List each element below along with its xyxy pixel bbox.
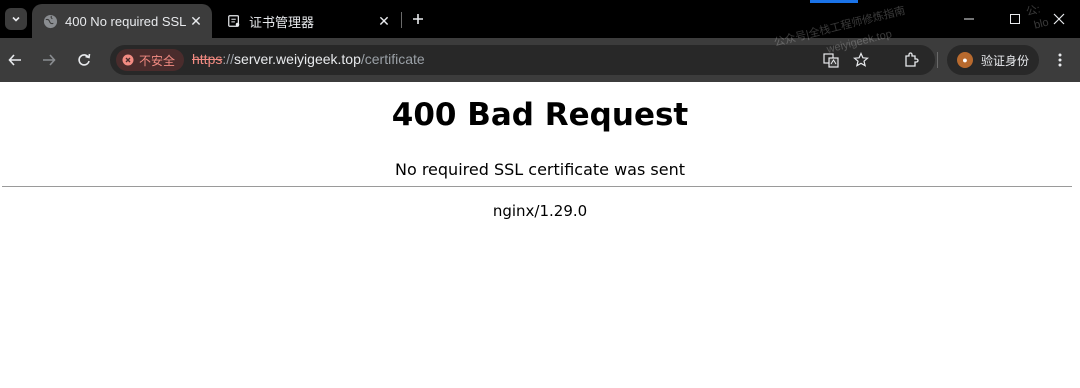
globe-icon [42, 13, 58, 29]
back-button[interactable] [3, 48, 27, 72]
more-vert-icon [1058, 53, 1062, 67]
forward-button[interactable] [37, 48, 61, 72]
security-label: 不安全 [139, 53, 176, 68]
browser-chrome: 400 No required SSL ✕ 证书管理器 ✕ 不安全 https:… [0, 0, 1080, 82]
menu-button[interactable] [1048, 48, 1072, 72]
maximize-button[interactable] [1001, 6, 1029, 32]
url-scheme: https [192, 51, 223, 67]
server-signature: nginx/1.29.0 [492, 202, 588, 220]
tab-strip: 400 No required SSL ✕ 证书管理器 ✕ [0, 0, 1080, 38]
chevron-down-icon [12, 16, 20, 22]
tab-active[interactable]: 400 No required SSL ✕ [32, 4, 212, 38]
url-text[interactable]: https://server.weiyigeek.top/certificate [192, 51, 425, 67]
profile-button[interactable]: ● 验证身份 [947, 45, 1039, 75]
tab-title: 400 No required SSL [65, 13, 186, 29]
url-host: server.weiyigeek.top [234, 51, 361, 67]
avatar: ● [957, 52, 973, 68]
reload-button[interactable] [72, 48, 96, 72]
divider [2, 186, 1072, 187]
tab-divider [401, 12, 402, 28]
url-separator: :// [222, 51, 235, 67]
close-icon [1053, 13, 1065, 25]
new-tab-button[interactable] [408, 9, 428, 29]
minimize-icon [964, 18, 974, 20]
security-chip[interactable]: 不安全 [116, 49, 185, 71]
url-path: /certificate [360, 51, 425, 67]
arrow-right-icon [43, 54, 56, 66]
star-icon[interactable] [850, 50, 872, 70]
toolbar-divider [937, 52, 938, 68]
tab-title: 证书管理器 [249, 14, 315, 30]
minimize-button[interactable] [955, 6, 983, 32]
address-bar[interactable]: 不安全 https://server.weiyigeek.top/certifi… [110, 45, 935, 75]
tab-search-button[interactable] [5, 8, 27, 30]
translate-icon[interactable] [820, 50, 842, 70]
error-message: No required SSL certificate was sent [394, 160, 685, 179]
warning-icon [122, 54, 134, 66]
profile-label: 验证身份 [981, 53, 1030, 68]
extensions-icon[interactable] [900, 50, 922, 70]
accent-strip [810, 0, 858, 3]
page-title: 400 Bad Request [391, 97, 689, 133]
tab-inactive[interactable]: 证书管理器 ✕ [216, 4, 400, 38]
reload-icon [78, 53, 91, 66]
close-icon[interactable]: ✕ [186, 11, 206, 31]
page-content: 400 Bad Request No required SSL certific… [0, 82, 1080, 388]
close-icon[interactable]: ✕ [374, 11, 394, 31]
plus-icon [413, 14, 423, 24]
toolbar: 不安全 https://server.weiyigeek.top/certifi… [0, 38, 1080, 82]
certificate-icon [226, 13, 242, 29]
window-close-button[interactable] [1045, 6, 1073, 32]
maximize-icon [1010, 14, 1020, 24]
arrow-left-icon [8, 54, 21, 66]
